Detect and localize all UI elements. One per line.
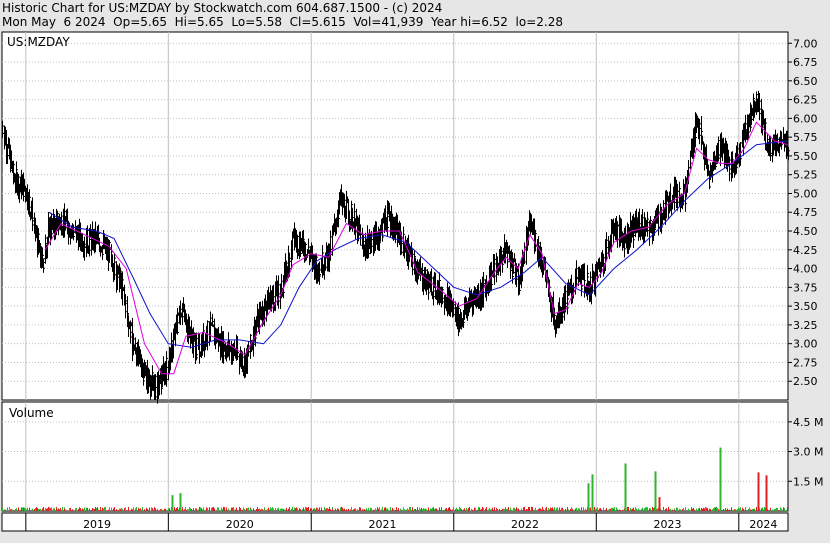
volume-panel-title: Volume — [9, 406, 54, 420]
price-tick-label: 3.25 — [793, 319, 818, 332]
price-panel — [1, 31, 789, 401]
price-tick-label: 5.25 — [793, 169, 818, 182]
x-tick-label: 2020 — [226, 518, 254, 531]
price-panel-title: US:MZDAY — [7, 35, 70, 49]
price-tick-label: 6.25 — [793, 94, 818, 107]
price-tick-label: 5.50 — [793, 150, 818, 163]
price-tick-label: 4.00 — [793, 263, 818, 276]
stock-chart: 2019 2020 2021 2022 2023 2024 7.00 6.75 6.50 6.25… — [1, 31, 823, 532]
x-tick-label: 2022 — [511, 518, 539, 531]
volume-tick-label: 1.5 M — [793, 475, 823, 488]
volume-panel — [1, 401, 789, 512]
price-tick-label: 3.50 — [793, 300, 818, 313]
price-tick-label: 3.75 — [793, 281, 818, 294]
price-tick-label: 5.00 — [793, 187, 818, 200]
price-tick-label: 7.00 — [793, 37, 818, 50]
volume-tick-label: 4.5 M — [793, 416, 823, 429]
price-tick-label: 5.75 — [793, 131, 818, 144]
price-tick-label: 3.00 — [793, 338, 818, 351]
x-tick-label: 2019 — [83, 518, 111, 531]
price-tick-label: 2.50 — [793, 375, 818, 388]
price-tick-label: 6.75 — [793, 56, 818, 69]
price-tick-label: 6.50 — [793, 75, 818, 88]
price-tick-label: 4.75 — [793, 206, 818, 219]
price-tick-label: 6.00 — [793, 112, 818, 125]
price-tick-label: 4.50 — [793, 225, 818, 238]
x-tick-label: 2024 — [749, 518, 777, 531]
x-tick-label: 2021 — [369, 518, 397, 531]
volume-tick-label: 3.0 M — [793, 446, 823, 459]
price-tick-label: 2.75 — [793, 356, 818, 369]
x-tick-label: 2023 — [654, 518, 682, 531]
price-tick-label: 4.25 — [793, 244, 818, 257]
